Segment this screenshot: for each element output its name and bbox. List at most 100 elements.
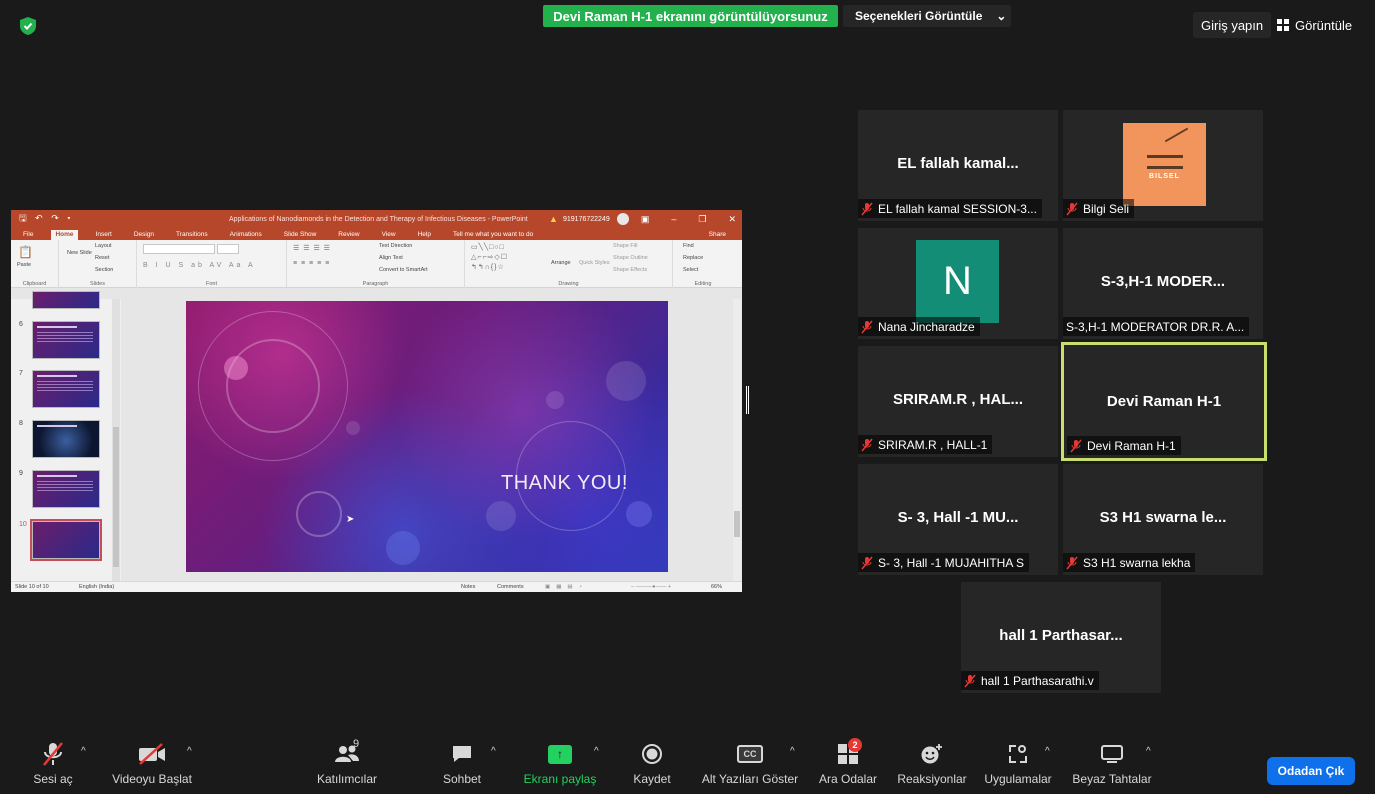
chat-button[interactable]: Sohbet xyxy=(440,740,484,790)
tab-review[interactable]: Review xyxy=(334,230,363,240)
tell-me-search[interactable]: Tell me what you want to do xyxy=(449,230,537,240)
font-format-icons[interactable]: B I U S ab AV Aa A xyxy=(143,262,256,269)
slide-scrollbar[interactable] xyxy=(733,299,741,581)
shape-outline-button[interactable]: Shape Outline xyxy=(613,255,648,261)
record-button[interactable]: Kaydet xyxy=(630,740,674,790)
slide-number: 10 xyxy=(19,521,27,528)
convert-smartart-button[interactable]: Convert to SmartArt xyxy=(379,267,428,273)
quick-styles-button[interactable]: Quick Styles xyxy=(579,260,610,266)
unmute-button[interactable]: Sesi aç xyxy=(30,740,76,790)
current-slide[interactable]: THANK YOU! ➤ xyxy=(186,301,668,572)
window-controls[interactable]: ▣ – ❐ ✕ xyxy=(641,214,736,225)
participant-tile[interactable]: SRIRAM.R , HAL... SRIRAM.R , HALL-1 xyxy=(858,346,1058,457)
font-size-box[interactable] xyxy=(217,244,239,254)
logo-text: BILSEL xyxy=(1149,173,1180,180)
font-name-box[interactable] xyxy=(143,244,215,254)
record-icon xyxy=(642,744,662,764)
close-icon: ✕ xyxy=(728,213,736,224)
account-avatar[interactable] xyxy=(617,213,629,225)
tab-help[interactable]: Help xyxy=(414,230,435,240)
paste-icon[interactable]: 📋 xyxy=(18,245,33,259)
text-direction-button[interactable]: Text Direction xyxy=(379,243,412,249)
start-video-button[interactable]: Videoyu Başlat xyxy=(106,740,198,790)
comments-button[interactable]: Comments xyxy=(497,584,524,590)
participant-name: hall 1 Parthasarathi.v xyxy=(981,673,1094,688)
participant-tile[interactable]: BILSEL Bilgi Seli xyxy=(1063,110,1263,221)
shape-fill-button[interactable]: Shape Fill xyxy=(613,243,637,249)
ribbon: 📋 Paste Clipboard New Slide Layout Reset… xyxy=(11,240,742,288)
participant-tile[interactable]: N Nana Jincharadze xyxy=(858,228,1058,339)
share-ribbon-button[interactable]: Share xyxy=(705,230,730,240)
zoom-slider[interactable]: – ———●—— + xyxy=(631,584,671,590)
quick-access-icons[interactable]: 🖫 ↶ ↷ ▾ xyxy=(19,211,74,227)
captions-options-caret-icon[interactable]: ^ xyxy=(790,746,795,757)
share-options-caret-icon[interactable]: ^ xyxy=(594,746,599,757)
participant-tile-active-speaker[interactable]: Devi Raman H-1 Devi Raman H-1 xyxy=(1061,342,1267,461)
slide-thumbnail-selected[interactable] xyxy=(30,519,102,561)
security-shield-icon[interactable] xyxy=(20,17,36,35)
leave-meeting-button[interactable]: Odadan Çık xyxy=(1267,757,1355,785)
tab-animations[interactable]: Animations xyxy=(226,230,266,240)
shapes-gallery-row3[interactable]: ↰↰∩{}☆ xyxy=(471,263,505,271)
participant-tile[interactable]: hall 1 Parthasar... hall 1 Parthasarathi… xyxy=(961,582,1161,693)
paste-label[interactable]: Paste xyxy=(17,262,31,268)
view-options-dropdown[interactable]: Seçenekleri Görüntüle ⌄ xyxy=(843,5,1011,27)
breakout-rooms-button[interactable]: 2 Ara Odalar xyxy=(816,738,880,790)
list-icons[interactable]: ☰ ☰ ☰ ☰ xyxy=(293,244,331,252)
mic-muted-icon xyxy=(964,674,976,687)
tab-view[interactable]: View xyxy=(378,230,400,240)
tab-slide-show[interactable]: Slide Show xyxy=(280,230,321,240)
participant-tile[interactable]: S- 3, Hall -1 MU... S- 3, Hall -1 MUJAHI… xyxy=(858,464,1058,575)
profile-logo: BILSEL xyxy=(1123,123,1206,206)
drawing-group: ▭╲╲□○□ △⌐⌐⇨◇☐ ↰↰∩{}☆ Arrange Quick Style… xyxy=(465,240,673,288)
view-mode-icons[interactable]: ▣▦▤♀ xyxy=(545,584,589,590)
participant-tile[interactable]: S3 H1 swarna le... S3 H1 swarna lekha xyxy=(1063,464,1263,575)
slide-thumbnail[interactable] xyxy=(32,370,100,408)
tab-file[interactable]: File xyxy=(19,230,37,240)
captions-button[interactable]: CC Alt Yazıları Göster xyxy=(700,740,800,790)
shared-screen[interactable]: 🖫 ↶ ↷ ▾ Applications of Nanodiamonds in … xyxy=(11,210,742,592)
whiteboards-button[interactable]: Beyaz Tahtalar xyxy=(1068,740,1156,790)
tab-home[interactable]: Home xyxy=(51,230,78,240)
slide-thumbnail[interactable] xyxy=(32,470,100,508)
splitter-handle[interactable] xyxy=(746,386,749,414)
video-options-caret-icon[interactable]: ^ xyxy=(187,746,192,757)
chat-options-caret-icon[interactable]: ^ xyxy=(491,746,496,757)
select-button[interactable]: Select xyxy=(683,267,698,273)
share-screen-button[interactable]: ↑ Ekranı paylaş xyxy=(520,740,600,790)
slide-thumbnail[interactable] xyxy=(32,291,100,309)
arrange-button[interactable]: Arrange xyxy=(551,260,571,266)
notes-button[interactable]: Notes xyxy=(461,584,475,590)
signin-button[interactable]: Giriş yapın xyxy=(1193,12,1272,38)
participants-button[interactable]: 9 Katılımcılar xyxy=(313,738,381,790)
section-button[interactable]: Section xyxy=(95,267,113,273)
whiteboard-options-caret-icon[interactable]: ^ xyxy=(1146,746,1151,757)
language-indicator[interactable]: English (India) xyxy=(79,584,114,590)
participant-tile[interactable]: EL fallah kamal... EL fallah kamal SESSI… xyxy=(858,110,1058,221)
participant-label: S- 3, Hall -1 MUJAHITHA S xyxy=(858,553,1030,572)
slide-thumbnail[interactable] xyxy=(32,321,100,359)
tab-insert[interactable]: Insert xyxy=(92,230,116,240)
apps-options-caret-icon[interactable]: ^ xyxy=(1045,746,1050,757)
tab-design[interactable]: Design xyxy=(130,230,158,240)
align-icons[interactable]: ≡ ≡ ≡ ≡ ≡ xyxy=(293,260,330,267)
view-button[interactable]: Görüntüle xyxy=(1277,12,1352,38)
layout-button[interactable]: Layout xyxy=(95,243,112,249)
mic-muted-icon xyxy=(43,742,63,766)
replace-button[interactable]: Replace xyxy=(683,255,703,261)
thumbnail-scrollbar[interactable] xyxy=(112,299,120,581)
shapes-gallery[interactable]: ▭╲╲□○□ xyxy=(471,243,505,251)
slide-thumbnail[interactable] xyxy=(32,420,100,458)
shapes-gallery-row2[interactable]: △⌐⌐⇨◇☐ xyxy=(471,253,508,261)
participant-tile[interactable]: S-3,H-1 MODER... S-3,H-1 MODERATOR DR.R.… xyxy=(1063,228,1263,339)
decorative-ring xyxy=(296,491,342,537)
reset-button[interactable]: Reset xyxy=(95,255,109,261)
find-button[interactable]: Find xyxy=(683,243,694,249)
audio-options-caret-icon[interactable]: ^ xyxy=(81,746,86,757)
new-slide-button[interactable]: New Slide xyxy=(67,250,92,256)
shape-effects-button[interactable]: Shape Effects xyxy=(613,267,647,273)
zoom-level[interactable]: 66% xyxy=(711,584,722,590)
align-text-button[interactable]: Align Text xyxy=(379,255,403,261)
tab-transitions[interactable]: Transitions xyxy=(172,230,212,240)
reactions-button[interactable]: Reaksiyonlar xyxy=(894,740,970,790)
